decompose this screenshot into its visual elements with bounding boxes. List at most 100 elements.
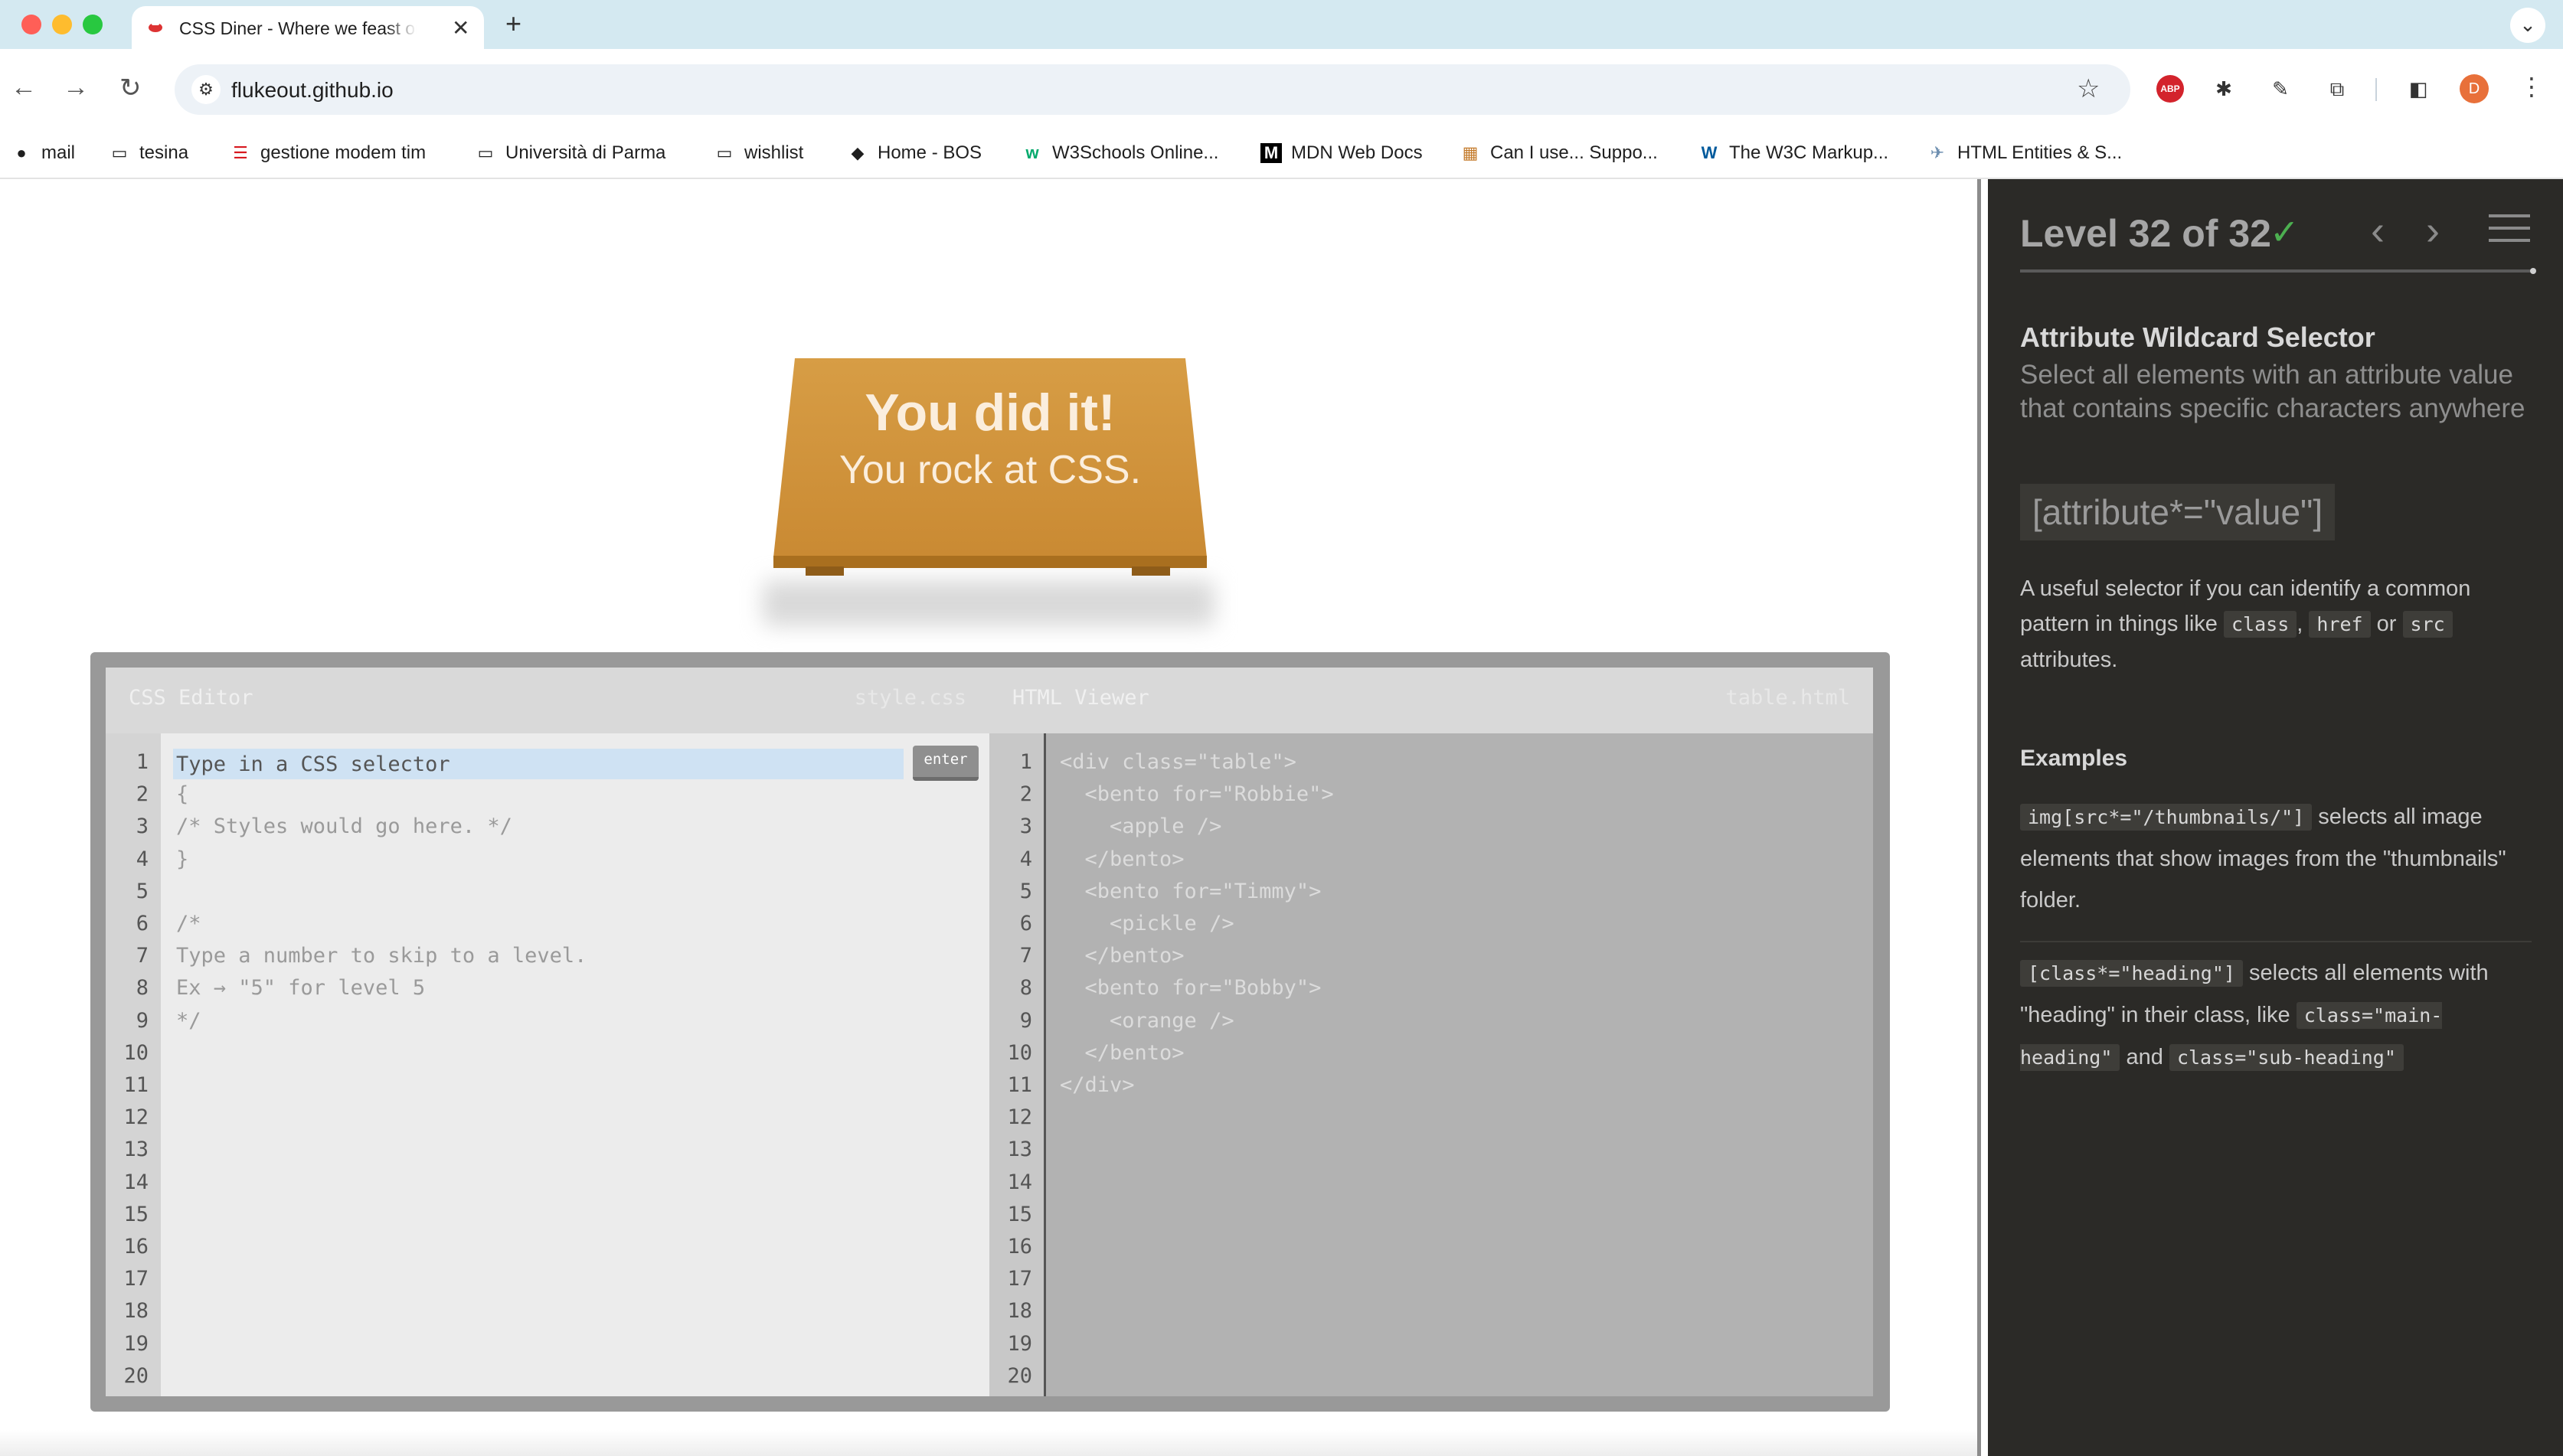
code-line: </bento> bbox=[1060, 944, 1185, 968]
hint-code-class: class bbox=[2224, 611, 2297, 638]
reload-icon[interactable]: ↻ bbox=[119, 73, 142, 103]
bookmark-w3schools[interactable]: w W3Schools Online... bbox=[1022, 142, 1218, 164]
address-bar[interactable]: ⚙ flukeout.github.io ☆ bbox=[175, 64, 2130, 115]
html-entities-icon: ✈ bbox=[1930, 143, 1945, 162]
mdn-icon: M bbox=[1260, 143, 1282, 163]
table-shadow bbox=[763, 580, 1214, 626]
bookmark-home-bos[interactable]: ◆ Home - BOS bbox=[847, 142, 982, 164]
level-complete-check-icon: ✓ bbox=[2270, 212, 2300, 252]
line-number: 7 bbox=[1019, 944, 1032, 968]
bookmark-mdn[interactable]: M MDN Web Docs bbox=[1260, 142, 1423, 164]
folder-icon: ▭ bbox=[477, 143, 494, 162]
eyedropper-extension-icon[interactable]: ✎ bbox=[2267, 75, 2294, 103]
css-selector-input[interactable] bbox=[176, 750, 896, 778]
previous-level-chevron-icon[interactable]: ‹ bbox=[2371, 207, 2385, 254]
code-line: { bbox=[176, 782, 189, 807]
line-number: 15 bbox=[1007, 1202, 1032, 1226]
hint-code-src: src bbox=[2402, 611, 2453, 638]
selector-name: Attribute Wildcard Selector bbox=[2020, 322, 2375, 353]
bookmark-universita-di-parma[interactable]: ▭ Università di Parma bbox=[475, 142, 666, 164]
line-number: 9 bbox=[136, 1008, 149, 1033]
new-tab-button[interactable]: + bbox=[505, 8, 521, 40]
menu-line bbox=[2489, 227, 2530, 230]
line-number: 18 bbox=[1007, 1299, 1032, 1324]
example-2: [class*="heading"] selects all elements … bbox=[2020, 960, 2489, 1071]
profile-avatar[interactable]: D bbox=[2460, 74, 2489, 103]
tim-icon: ☰ bbox=[233, 143, 248, 162]
selector-syntax: [attribute*="value"] bbox=[2020, 484, 2336, 540]
line-number: 2 bbox=[1019, 782, 1032, 807]
minimize-window-button[interactable] bbox=[52, 15, 72, 34]
line-number: 6 bbox=[1019, 912, 1032, 935]
bug-extension-icon[interactable]: ✱ bbox=[2210, 75, 2238, 103]
line-number: 18 bbox=[123, 1299, 149, 1324]
code-line: /* bbox=[176, 912, 201, 935]
w3c-icon: W bbox=[1701, 143, 1718, 162]
bookmark-w3c-markup[interactable]: W The W3C Markup... bbox=[1698, 142, 1888, 164]
browser-tab[interactable]: CSS Diner - Where we feast on CSS ✕ bbox=[132, 6, 484, 49]
line-number: 8 bbox=[136, 976, 149, 1001]
bookmark-tesina[interactable]: ▭ tesina bbox=[109, 142, 188, 164]
back-arrow-icon[interactable]: ← bbox=[11, 73, 37, 103]
enter-button[interactable]: enter bbox=[913, 746, 979, 781]
line-number: 17 bbox=[1007, 1267, 1032, 1291]
adblock-plus-icon[interactable]: ABP bbox=[2156, 75, 2184, 103]
line-number: 4 bbox=[1019, 847, 1032, 871]
code-line: <pickle /> bbox=[1060, 912, 1234, 935]
css-line-numbers: 1 2 3 4 5 6 7 8 9 10 11 12 13 14 15 16 17 18 19 20 bbox=[106, 733, 161, 1396]
tab-search-chevron-icon[interactable]: ⌄ bbox=[2510, 8, 2545, 43]
bookmark-wishlist[interactable]: ▭ wishlist bbox=[714, 142, 804, 164]
w3schools-icon: w bbox=[1025, 143, 1039, 162]
line-number: 4 bbox=[136, 847, 149, 871]
bookmark-caniuse[interactable]: ▦ Can I use... Suppo... bbox=[1460, 142, 1658, 164]
browser-menu-icon[interactable]: ⋮ bbox=[2519, 72, 2544, 101]
line-number: 9 bbox=[1019, 1008, 1032, 1033]
level-progress-bar bbox=[2020, 269, 2532, 273]
extensions-puzzle-icon[interactable]: ⧉ bbox=[2323, 75, 2351, 103]
line-number: 10 bbox=[123, 1040, 149, 1065]
site-settings-icon[interactable]: ⚙ bbox=[191, 75, 221, 104]
level-progress-dot bbox=[2530, 268, 2536, 274]
bookmark-mail[interactable]: ● mail bbox=[11, 142, 75, 164]
next-level-chevron-icon[interactable]: › bbox=[2426, 207, 2440, 254]
line-number: 11 bbox=[123, 1073, 149, 1097]
code-line: Ex → "5" for level 5 bbox=[176, 976, 426, 1001]
win-message-subtitle: You rock at CSS. bbox=[839, 448, 1142, 492]
win-message-title: You did it! bbox=[865, 384, 1116, 442]
line-number: 7 bbox=[136, 944, 149, 968]
folder-icon: ▭ bbox=[716, 143, 733, 162]
line-number: 5 bbox=[1019, 879, 1032, 903]
tab-title: CSS Diner - Where we feast on CSS bbox=[179, 18, 417, 39]
line-number: 12 bbox=[123, 1105, 149, 1130]
url-text: flukeout.github.io bbox=[231, 78, 394, 102]
code-line: <div class="table"> bbox=[1060, 750, 1296, 774]
code-line: } bbox=[176, 847, 189, 871]
css-editor-header: CSS Editor style.css bbox=[106, 668, 989, 733]
tab-bar: CSS Diner - Where we feast on CSS ✕ + ⌄ bbox=[0, 0, 2563, 49]
css-diner-favicon-icon bbox=[149, 22, 162, 32]
html-viewer-title: HTML Viewer bbox=[1012, 686, 1149, 710]
close-window-button[interactable] bbox=[21, 15, 41, 34]
selector-hint: A useful selector if you can identify a … bbox=[2020, 576, 2471, 672]
side-panel-icon[interactable]: ◧ bbox=[2404, 75, 2432, 103]
example-1-code: img[src*="/thumbnails/"] bbox=[2020, 804, 2313, 831]
line-number: 17 bbox=[123, 1267, 149, 1291]
code-line: </div> bbox=[1060, 1073, 1135, 1097]
line-number: 10 bbox=[1007, 1040, 1032, 1065]
sidebar-divider bbox=[1977, 179, 1981, 1456]
close-tab-icon[interactable]: ✕ bbox=[452, 15, 469, 41]
maximize-window-button[interactable] bbox=[83, 15, 103, 34]
line-number: 8 bbox=[1019, 976, 1032, 1001]
line-number: 14 bbox=[1007, 1170, 1032, 1194]
line-number: 1 bbox=[1019, 750, 1032, 774]
bookmark-html-entities[interactable]: ✈ HTML Entities & S... bbox=[1927, 142, 2122, 164]
forward-arrow-icon[interactable]: → bbox=[63, 73, 89, 103]
line-number: 19 bbox=[1007, 1331, 1032, 1356]
examples-heading: Examples bbox=[2020, 746, 2128, 771]
html-viewer-pane: HTML Viewer table.html 1 2 3 4 5 6 7 8 9 10 11 12 13… bbox=[989, 668, 1873, 1396]
bookmark-gestione-modem-tim[interactable]: ☰ gestione modem tim bbox=[230, 142, 426, 164]
bookmark-star-icon[interactable]: ☆ bbox=[2077, 73, 2100, 104]
code-line: <bento for="Robbie"> bbox=[1060, 782, 1334, 807]
line-number: 13 bbox=[1007, 1138, 1032, 1162]
level-indicator: Level 32 of 32 bbox=[2020, 212, 2271, 255]
